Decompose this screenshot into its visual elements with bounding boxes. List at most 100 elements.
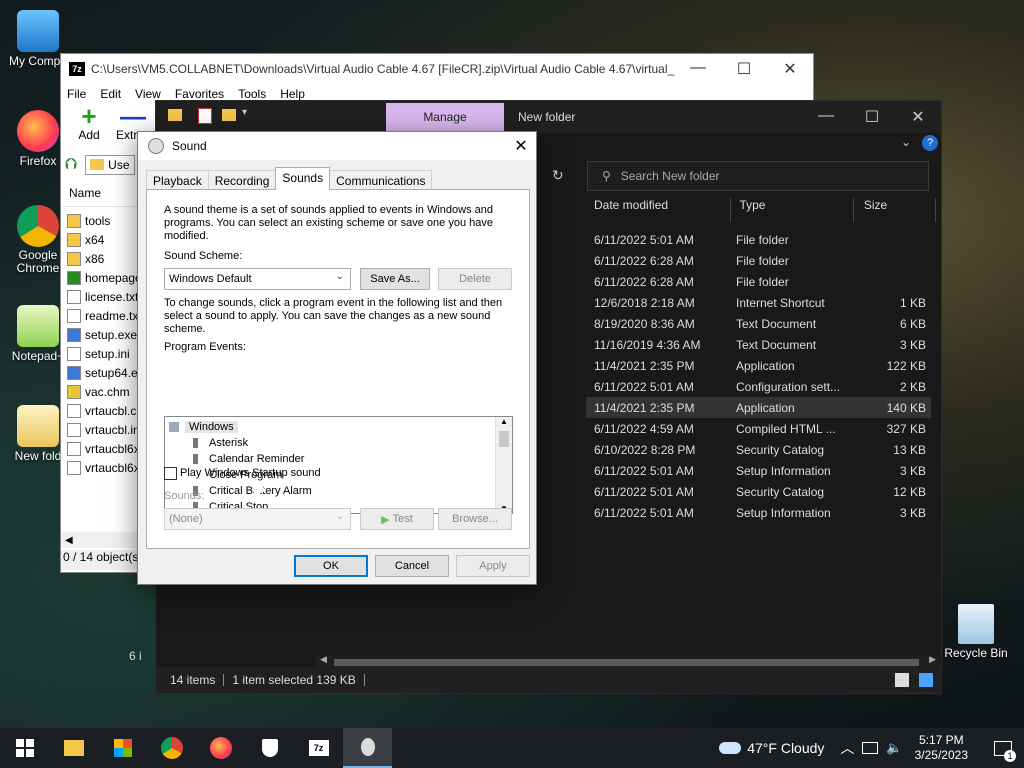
tab-communications[interactable]: Communications — [329, 170, 433, 190]
scroll-thumb[interactable] — [499, 431, 509, 447]
tab-manage[interactable]: Manage — [386, 103, 504, 131]
program-event-item[interactable]: Calendar Reminder — [169, 451, 512, 467]
tiles-view-icon[interactable] — [919, 673, 933, 687]
menu-file[interactable]: File — [67, 87, 94, 101]
clock[interactable]: 5:17 PM 3/25/2023 — [915, 733, 968, 763]
new-folder-icon[interactable] — [222, 109, 236, 121]
file-list-item[interactable]: readme.tx — [61, 306, 137, 325]
file-list-item[interactable]: vrtaucbl6x — [61, 439, 137, 458]
maximize-icon[interactable]: ☐ — [849, 107, 895, 127]
cell-type: Internet Shortcut — [736, 295, 825, 310]
minimize-icon[interactable]: — — [675, 59, 721, 79]
cancel-button[interactable]: Cancel — [375, 555, 449, 577]
scroll-up-icon[interactable]: ▲ — [496, 417, 512, 431]
taskbar-sound-active[interactable] — [343, 728, 392, 768]
taskbar-firefox[interactable] — [196, 728, 245, 768]
delete-button[interactable]: Delete — [438, 268, 512, 290]
help-icon[interactable]: ? — [922, 135, 938, 151]
table-row[interactable]: 11/4/2021 2:35 PM Application 140 KB — [586, 397, 931, 418]
network-icon[interactable] — [862, 742, 879, 754]
column-header-size[interactable]: Size — [854, 198, 936, 222]
menu-favorites[interactable]: Favorites — [175, 87, 232, 101]
up-folder-icon[interactable]: ⮉ — [65, 156, 77, 174]
file-list-item[interactable]: vrtaucbl.c — [61, 401, 137, 420]
table-row[interactable]: 6/11/2022 6:28 AM File folder — [586, 271, 931, 292]
menu-help[interactable]: Help — [280, 87, 313, 101]
program-event-item[interactable]: Windows — [169, 419, 512, 435]
apply-button[interactable]: Apply — [456, 555, 530, 577]
sounds-select[interactable]: (None) ⌄ — [164, 508, 351, 530]
file-list-item[interactable]: setup.exe — [61, 325, 137, 344]
column-header-type[interactable]: Type — [731, 198, 854, 222]
sound-scheme-select[interactable]: Windows Default ⌄ — [164, 268, 351, 290]
taskbar-security[interactable] — [245, 728, 294, 768]
column-header-date[interactable]: Date modified — [586, 198, 732, 222]
chevron-up-icon[interactable]: ︿ — [840, 738, 854, 758]
tab-sounds[interactable]: Sounds — [275, 167, 331, 190]
menu-edit[interactable]: Edit — [100, 87, 129, 101]
ribbon-expand-icon[interactable]: ⌄ — [901, 135, 911, 149]
file-list-item[interactable]: homepage — [61, 268, 137, 287]
program-event-item[interactable]: Asterisk — [169, 435, 512, 451]
scroll-right-icon[interactable]: ▶ — [929, 654, 936, 665]
close-icon[interactable]: ✕ — [895, 107, 941, 127]
refresh-icon[interactable]: ↻ — [552, 167, 564, 184]
maximize-icon[interactable]: ☐ — [721, 59, 767, 79]
test-button[interactable]: ▶ Test — [360, 508, 434, 530]
quick-access-dropdown-icon[interactable]: ▾ — [242, 107, 247, 118]
taskbar-7zip[interactable]: 7z — [294, 728, 343, 768]
start-button[interactable] — [0, 728, 49, 768]
file-list-item[interactable]: vrtaucbl.in — [61, 420, 137, 439]
minimize-icon[interactable]: — — [803, 107, 849, 127]
ok-button[interactable]: OK — [294, 555, 368, 577]
desktop-icon-recycle-bin[interactable]: Recycle Bin — [936, 604, 1016, 660]
table-row[interactable]: 12/6/2018 2:18 AM Internet Shortcut 1 KB — [586, 292, 931, 313]
taskbar-chrome[interactable] — [147, 728, 196, 768]
browse-button[interactable]: Browse... — [438, 508, 512, 530]
table-row[interactable]: 6/11/2022 5:01 AM Setup Information 3 KB — [586, 502, 931, 523]
column-header-name[interactable]: Name — [61, 186, 137, 207]
search-input[interactable]: ⚲ Search New folder — [587, 161, 929, 191]
taskbar-store[interactable] — [98, 728, 147, 768]
table-row[interactable]: 6/11/2022 4:59 AM Compiled HTML ... 327 KB — [586, 418, 931, 439]
tab-playback[interactable]: Playback — [146, 170, 209, 190]
table-row[interactable]: 6/11/2022 6:28 AM File folder — [586, 250, 931, 271]
file-list-item[interactable]: vrtaucbl6x — [61, 458, 137, 477]
address-input[interactable]: Use — [85, 155, 135, 175]
tab-recording[interactable]: Recording — [207, 170, 277, 190]
table-row[interactable]: 11/16/2019 4:36 AM Text Document 3 KB — [586, 334, 931, 355]
menu-view[interactable]: View — [135, 87, 169, 101]
scroll-left-icon[interactable]: ◀ — [61, 535, 73, 546]
details-view-icon[interactable] — [895, 673, 909, 687]
file-list-item[interactable]: tools — [61, 211, 137, 230]
volume-icon[interactable]: 🔈 — [886, 740, 902, 756]
file-list-item[interactable]: x64 — [61, 230, 137, 249]
table-row[interactable]: 6/11/2022 5:01 AM Configuration sett... 2 … — [586, 376, 931, 397]
save-as-button[interactable]: Save As... — [360, 268, 430, 290]
table-row[interactable]: 6/11/2022 5:01 AM File folder — [586, 229, 931, 250]
table-row[interactable]: 8/19/2020 8:36 AM Text Document 6 KB — [586, 313, 931, 334]
menu-tools[interactable]: Tools — [238, 87, 274, 101]
weather-text[interactable]: 47°F Cloudy — [747, 740, 824, 756]
notifications-button[interactable]: 1 — [988, 728, 1018, 768]
properties-icon[interactable] — [198, 108, 212, 124]
scroll-left-icon[interactable]: ◀ — [320, 654, 327, 665]
7zip-horizontal-scrollbar[interactable]: ◀ — [61, 532, 137, 548]
close-icon[interactable]: ✕ — [506, 136, 536, 156]
table-row[interactable]: 6/10/2022 8:28 PM Security Catalog 13 KB — [586, 439, 931, 460]
close-icon[interactable]: ✕ — [767, 59, 813, 79]
table-row[interactable]: 11/4/2021 2:35 PM Application 122 KB — [586, 355, 931, 376]
table-row[interactable]: 6/11/2022 5:01 AM Setup Information 3 KB — [586, 460, 931, 481]
file-list-item[interactable]: vac.chm — [61, 382, 137, 401]
file-list-item[interactable]: license.txt — [61, 287, 137, 306]
add-button[interactable]: + Add — [67, 103, 111, 142]
file-list-item[interactable]: setup.ini — [61, 344, 137, 363]
file-list-item[interactable]: x86 — [61, 249, 137, 268]
taskbar-file-explorer[interactable] — [49, 728, 98, 768]
cell-size: 3 KB — [899, 463, 926, 478]
startup-sound-label[interactable]: Play Windows Startup sound — [180, 467, 530, 480]
startup-sound-checkbox[interactable] — [164, 467, 177, 480]
scroll-thumb[interactable] — [334, 659, 919, 666]
file-list-item[interactable]: setup64.ex — [61, 363, 137, 382]
table-row[interactable]: 6/11/2022 5:01 AM Security Catalog 12 KB — [586, 481, 931, 502]
